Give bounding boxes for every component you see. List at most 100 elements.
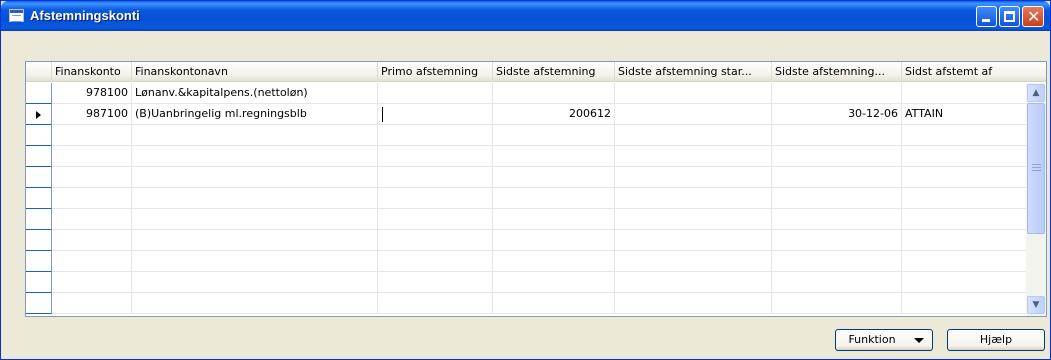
column-header-sidste-afstemning[interactable]: Sidste afstemning (493, 62, 615, 82)
column-header-finanskonto[interactable]: Finanskonto (52, 62, 132, 82)
empty-row[interactable] (26, 125, 1026, 146)
cell-sidste-afstemning-dato[interactable]: 30-12-06 (772, 104, 902, 125)
empty-row[interactable] (26, 293, 1026, 314)
empty-cell (615, 272, 772, 293)
funktion-button[interactable]: Funktion (835, 329, 933, 351)
cell-finanskonto[interactable]: 978100 (52, 83, 132, 104)
cell-primo-afstemning[interactable] (378, 104, 493, 125)
empty-cell (493, 188, 615, 209)
cell-finanskontonavn[interactable]: (B)Uanbringelig ml.regningsblb (132, 104, 378, 125)
afstemningskonti-window: Afstemningskonti ✕ Finanskonto Finanskon… (0, 0, 1051, 360)
column-header-sidste-afstemning-start[interactable]: Sidste afstemning star... (615, 62, 772, 82)
empty-cell (52, 167, 132, 188)
minimize-button[interactable] (976, 6, 997, 27)
column-header-sidst-afstemt-af[interactable]: Sidst afstemt af (902, 62, 1046, 82)
empty-cell (772, 146, 902, 167)
header-corner (26, 62, 52, 82)
cell-sidst-afstemt-af[interactable]: ATTAIN (902, 104, 1026, 125)
empty-cell (772, 188, 902, 209)
empty-cell (772, 251, 902, 272)
empty-cell (615, 167, 772, 188)
empty-row[interactable] (26, 146, 1026, 167)
empty-cell (378, 209, 493, 230)
empty-cell (132, 293, 378, 314)
empty-cell (615, 125, 772, 146)
chevron-down-icon: ▼ (1032, 300, 1040, 310)
cell-sidste-afstemning-dato[interactable] (772, 83, 902, 104)
row-selector[interactable] (26, 230, 52, 251)
empty-cell (378, 167, 493, 188)
empty-cell (615, 146, 772, 167)
column-header-finanskontonavn[interactable]: Finanskontonavn (132, 62, 378, 82)
row-selector[interactable] (26, 167, 52, 188)
empty-cell (493, 125, 615, 146)
empty-cell (52, 146, 132, 167)
empty-cell (493, 167, 615, 188)
row-selector[interactable] (26, 251, 52, 272)
funktion-label: Funktion (848, 333, 896, 346)
empty-cell (493, 272, 615, 293)
row-selector[interactable] (26, 272, 52, 293)
cell-sidste-afstemning-start[interactable] (615, 83, 772, 104)
empty-cell (493, 209, 615, 230)
scroll-down-button[interactable]: ▼ (1027, 296, 1045, 314)
cell-sidste-afstemning-start[interactable] (615, 104, 772, 125)
empty-cell (52, 209, 132, 230)
title-bar[interactable]: Afstemningskonti ✕ (1, 1, 1050, 31)
row-selector[interactable] (26, 146, 52, 167)
scroll-thumb[interactable] (1027, 103, 1045, 234)
column-header-sidste-afstemning-dato[interactable]: Sidste afstemning... (772, 62, 902, 82)
empty-cell (132, 209, 378, 230)
grip-line (1032, 170, 1041, 171)
hjaelp-label: Hjælp (979, 333, 1013, 346)
scroll-up-button[interactable]: ▲ (1027, 84, 1045, 102)
empty-cell (615, 188, 772, 209)
column-header-primo-afstemning[interactable]: Primo afstemning (378, 62, 493, 82)
row-selector[interactable] (26, 209, 52, 230)
empty-row[interactable] (26, 167, 1026, 188)
table-row[interactable]: 987100 (B)Uanbringelig ml.regningsblb 20… (26, 104, 1026, 125)
empty-cell (772, 125, 902, 146)
empty-cell (493, 146, 615, 167)
empty-cell (378, 146, 493, 167)
empty-cell (132, 146, 378, 167)
empty-row[interactable] (26, 230, 1026, 251)
empty-cell (615, 230, 772, 251)
row-selector[interactable] (26, 293, 52, 314)
text-cursor (382, 107, 383, 122)
empty-row[interactable] (26, 209, 1026, 230)
empty-row[interactable] (26, 251, 1026, 272)
empty-row[interactable] (26, 188, 1026, 209)
vertical-scrollbar[interactable]: ▲ ▼ (1026, 83, 1046, 316)
close-icon: ✕ (1027, 7, 1041, 26)
row-selector[interactable] (26, 104, 52, 125)
cell-primo-afstemning[interactable] (378, 83, 493, 104)
row-selector[interactable] (26, 83, 52, 104)
empty-cell (772, 293, 902, 314)
empty-row[interactable] (26, 272, 1026, 293)
cell-finanskonto[interactable]: 987100 (52, 104, 132, 125)
cell-sidste-afstemning[interactable]: 200612 (493, 104, 615, 125)
table-row[interactable]: 978100 Lønanv.&kapitalpens.(nettoløn) (26, 83, 1026, 104)
empty-cell (378, 293, 493, 314)
cell-finanskontonavn[interactable]: Lønanv.&kapitalpens.(nettoløn) (132, 83, 378, 104)
row-selector[interactable] (26, 125, 52, 146)
empty-cell (772, 167, 902, 188)
empty-cell (772, 272, 902, 293)
empty-cell (615, 251, 772, 272)
hjaelp-button[interactable]: Hjælp (947, 329, 1045, 351)
close-button[interactable]: ✕ (1022, 6, 1044, 27)
empty-cell (132, 167, 378, 188)
grid-header: Finanskonto Finanskontonavn Primo afstem… (26, 62, 1046, 82)
empty-cell (615, 293, 772, 314)
cell-sidste-afstemning[interactable] (493, 83, 615, 104)
empty-cell (52, 293, 132, 314)
row-selector[interactable] (26, 188, 52, 209)
empty-cell (132, 125, 378, 146)
grip-line (1032, 167, 1041, 168)
maximize-icon (1004, 11, 1015, 22)
maximize-button[interactable] (999, 6, 1020, 27)
window-title: Afstemningskonti (30, 8, 140, 23)
cell-sidst-afstemt-af[interactable] (902, 83, 1026, 104)
minimize-icon (982, 19, 990, 22)
